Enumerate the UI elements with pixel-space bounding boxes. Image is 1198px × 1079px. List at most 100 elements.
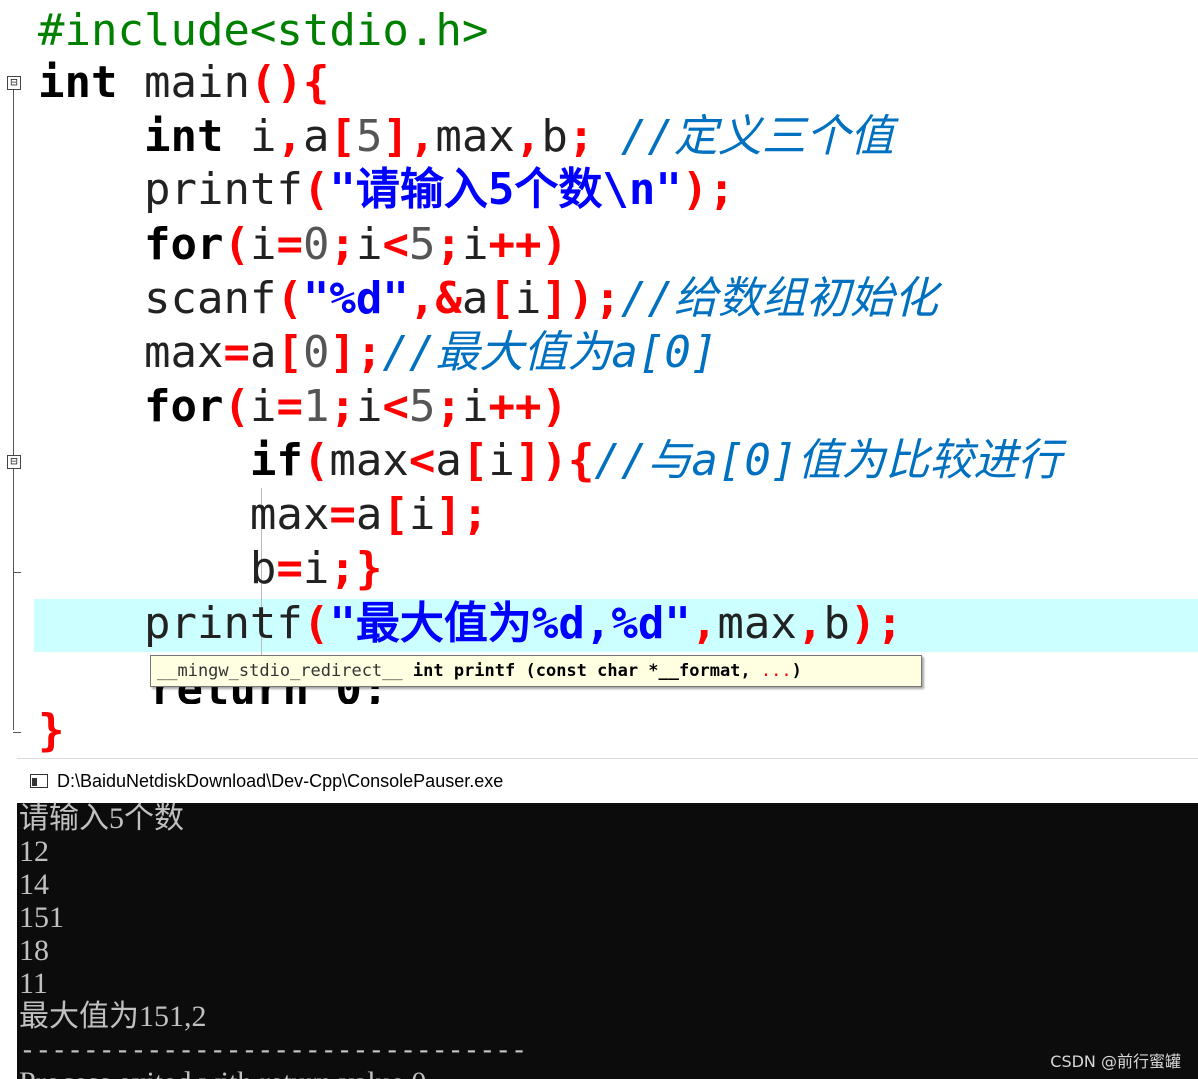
code-token: for (143, 381, 224, 432)
code-token: ]; (435, 489, 489, 540)
code-line[interactable]: #include<stdio.h> (38, 4, 488, 58)
code-token: ++) (488, 381, 568, 432)
code-line[interactable]: scanf("%d",&a[i]);//给数组初始化 (38, 272, 938, 326)
code-editor[interactable]: ⊟ ⊟ #include<stdio.h> int main(){ int i,a… (0, 0, 1198, 758)
code-token: i (408, 489, 436, 540)
code-line[interactable]: for(i=0;i<5;i++) (38, 218, 568, 272)
code-token: 0 (302, 327, 330, 378)
code-token: ++) (488, 219, 568, 270)
code-token: 1 (302, 381, 330, 432)
code-token: 5 (408, 381, 436, 432)
code-token: i (355, 219, 383, 270)
code-token: "%d" (302, 273, 409, 324)
code-token: i (249, 219, 277, 270)
code-token: //定义三个值 (594, 111, 894, 162)
code-token: i (355, 381, 383, 432)
code-line[interactable]: printf("请输入5个数\n"); (38, 163, 735, 217)
console-line: 请输入5个数 (19, 802, 184, 835)
code-line[interactable]: max=a[i]; (38, 488, 488, 542)
code-token: = (329, 489, 356, 540)
code-token: max (717, 598, 797, 649)
console-line: 14 (19, 868, 49, 901)
code-token: max (435, 111, 515, 162)
code-token: , (796, 598, 824, 649)
code-token: < (408, 435, 436, 486)
fold-toggle-icon[interactable]: ⊟ (7, 76, 21, 90)
code-token: int (38, 57, 118, 108)
console-separator: -------------------------------- (19, 1033, 527, 1066)
code-token: < (382, 219, 409, 270)
code-line[interactable]: for(i=1;i<5;i++) (38, 380, 568, 434)
code-token: printf (143, 598, 303, 649)
code-token: ( (223, 219, 250, 270)
code-token: b (541, 111, 568, 162)
code-line[interactable]: b=i;} (38, 542, 382, 596)
csdn-watermark: CSDN @前行蜜罐 (1050, 1052, 1181, 1071)
code-token: b (249, 543, 277, 594)
console-output[interactable]: 请输入5个数 12 14 151 18 11 最大值为151,2 -------… (19, 802, 1198, 1079)
code-token: max (249, 489, 330, 540)
code-token: ); (681, 164, 735, 215)
tooltip-args: (const char *__format, (525, 661, 761, 681)
code-token: [ (276, 327, 303, 378)
console-title: D:\BaiduNetdiskDownload\Dev-Cpp\ConsoleP… (57, 770, 504, 791)
code-token: i (302, 543, 330, 594)
code-token: < (382, 381, 409, 432)
code-line[interactable]: if(max<a[i]){//与a[0]值为比较进行 (38, 434, 1061, 488)
console-exit-line: Process exited with return value 0 (19, 1066, 1198, 1079)
code-token: scanf (143, 273, 277, 324)
code-line[interactable]: max=a[0];//最大值为a[0] (38, 326, 717, 380)
code-line[interactable]: int main(){ (38, 56, 329, 110)
console-line: 11 (19, 967, 48, 1000)
console-line: 12 (19, 835, 49, 868)
code-token: 5 (355, 111, 383, 162)
code-token: (){ (249, 57, 330, 108)
code-token: 5 (408, 219, 436, 270)
tooltip-close: ) (791, 661, 802, 681)
code-token: [ (488, 273, 515, 324)
code-token: //最大值为a[0] (382, 327, 718, 378)
code-token: } (38, 705, 65, 756)
code-token: = (223, 327, 250, 378)
tooltip-ellipsis: ... (760, 661, 792, 681)
console-titlebar[interactable]: D:\BaiduNetdiskDownload\Dev-Cpp\ConsoleP… (17, 758, 1198, 803)
code-token: if (249, 435, 303, 486)
console-line: 最大值为151,2 (19, 1000, 207, 1033)
code-line[interactable]: int i,a[5],max,b; //定义三个值 (38, 110, 894, 164)
tooltip-function-name: printf (443, 661, 526, 681)
code-token: , (276, 111, 303, 162)
code-token: ; (435, 381, 462, 432)
code-token: , (514, 111, 542, 162)
code-token: ( (302, 598, 330, 649)
code-token: ( (276, 273, 303, 324)
code-token: [ (329, 111, 356, 162)
fold-end-marker (13, 732, 21, 733)
code-token: ;} (329, 543, 383, 594)
code-token: printf (143, 164, 303, 215)
code-token: i (488, 435, 515, 486)
code-token: b (823, 598, 850, 649)
code-token: for (143, 219, 224, 270)
code-token: = (276, 543, 303, 594)
code-line[interactable]: printf("最大值为%d,%d",max,b); (38, 597, 903, 651)
console-window[interactable]: D:\BaiduNetdiskDownload\Dev-Cpp\ConsoleP… (17, 758, 1198, 1079)
code-token: max (329, 435, 409, 486)
code-token: ]){ (514, 435, 595, 486)
console-app-icon (30, 774, 48, 788)
code-line[interactable]: } (38, 704, 65, 758)
fold-toggle-icon[interactable]: ⊟ (7, 455, 21, 469)
fold-end-marker (13, 572, 21, 573)
console-line: 18 (19, 934, 49, 967)
code-token: "请输入5个数\n" (329, 164, 682, 215)
code-token: ]); (541, 273, 621, 324)
code-token: ; (329, 219, 356, 270)
code-token: "最大值为%d,%d" (329, 598, 691, 649)
code-token: ], (382, 111, 436, 162)
code-token: a (461, 273, 489, 324)
